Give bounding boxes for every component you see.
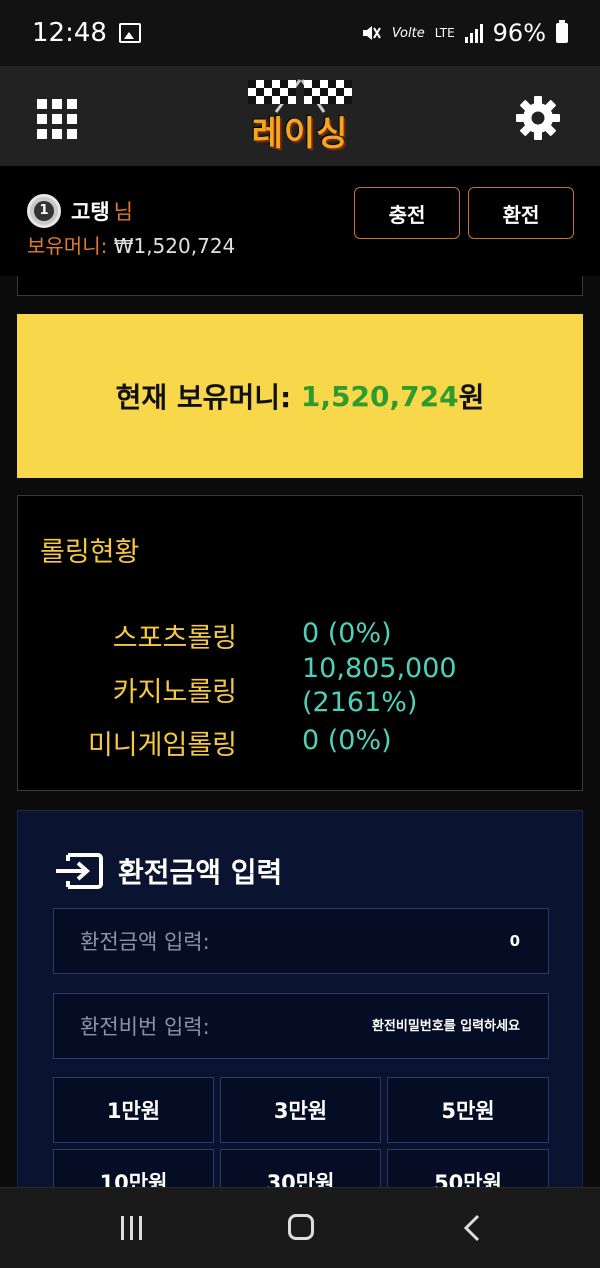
exchange-password-field[interactable]: 환전비번 입력: [53, 993, 549, 1059]
gear-icon[interactable] [514, 94, 562, 142]
mute-icon [362, 26, 381, 40]
lte-label: LTE [434, 26, 455, 40]
charge-button[interactable]: 충전 [354, 187, 460, 239]
rolling-value-casino: 10,805,000 (2161%) [302, 653, 457, 718]
amount-button-50k[interactable]: 5만원 [387, 1077, 549, 1143]
exchange-form-panel: 환전금액 입력 환전금액 입력: 환전비번 입력: 1만원 3만원 5만원 10… [17, 810, 583, 1215]
user-name-text: 고탱 [71, 200, 110, 224]
status-bar: 12:48 Volte LTE 96% [0, 0, 600, 66]
user-honorific: 님 [113, 200, 133, 224]
exchange-amount-field[interactable]: 환전금액 입력: [53, 908, 549, 974]
rolling-title: 롤링현황 [40, 537, 140, 568]
current-balance-label: 현재 보유머니: [115, 381, 292, 414]
recents-icon[interactable] [121, 1216, 142, 1240]
exchange-form-header: 환전금액 입력 [54, 851, 282, 891]
rolling-value-sports: 0 (0%) [302, 618, 392, 649]
previous-panel-edge [17, 276, 583, 296]
balance-line: 보유머니: ₩1,520,724 [27, 230, 235, 259]
user-bar: 1 고탱 님 보유머니: ₩1,520,724 충전 환전 [0, 166, 600, 276]
exchange-password-label: 환전비번 입력: [80, 1015, 210, 1039]
back-icon[interactable] [462, 1214, 482, 1242]
amount-button-30k[interactable]: 3만원 [220, 1077, 381, 1143]
rank-number: 1 [34, 201, 54, 221]
app-header: 레이싱 [0, 66, 600, 166]
signal-icon [464, 23, 483, 43]
rolling-value-minigame: 0 (0%) [302, 725, 392, 756]
balance-value: ₩1,520,724 [113, 234, 236, 258]
exchange-form-title: 환전금액 입력 [118, 856, 283, 889]
rank-badge: 1 [27, 194, 61, 228]
current-balance-banner: 현재 보유머니: 1,520,724 원 [17, 314, 583, 478]
rolling-label-minigame: 미니게임롤링 [87, 730, 237, 761]
battery-percent: 96% [492, 19, 546, 47]
home-icon[interactable] [288, 1214, 314, 1240]
logo-text: 레이싱 [251, 114, 349, 154]
exchange-enter-icon [56, 853, 103, 889]
app-logo[interactable]: 레이싱 [240, 74, 360, 160]
rolling-status-panel: 롤링현황 스포츠롤링 0 (0%) 카지노롤링 10,805,000 (2161… [17, 495, 583, 791]
amount-button-10k[interactable]: 1만원 [53, 1077, 214, 1143]
battery-icon [556, 20, 568, 43]
exchange-password-input[interactable] [318, 1017, 522, 1035]
checkered-flags-icon [248, 79, 352, 113]
grid-menu-icon[interactable] [37, 99, 77, 139]
rolling-label-sports: 스포츠롤링 [112, 623, 237, 654]
exchange-amount-input[interactable] [398, 931, 522, 951]
user-name: 고탱 님 [71, 196, 133, 226]
current-balance-amount: 1,520,724 [300, 379, 459, 413]
rolling-label-casino: 카지노롤링 [112, 677, 237, 708]
exchange-button[interactable]: 환전 [468, 187, 574, 239]
exchange-amount-label: 환전금액 입력: [80, 930, 210, 954]
balance-label: 보유머니: [27, 234, 108, 258]
system-nav-bar [0, 1187, 600, 1268]
status-time: 12:48 [32, 18, 107, 48]
gallery-notification-icon [118, 23, 141, 43]
current-balance-unit: 원 [458, 381, 485, 414]
volte-label: Volte [391, 25, 425, 41]
